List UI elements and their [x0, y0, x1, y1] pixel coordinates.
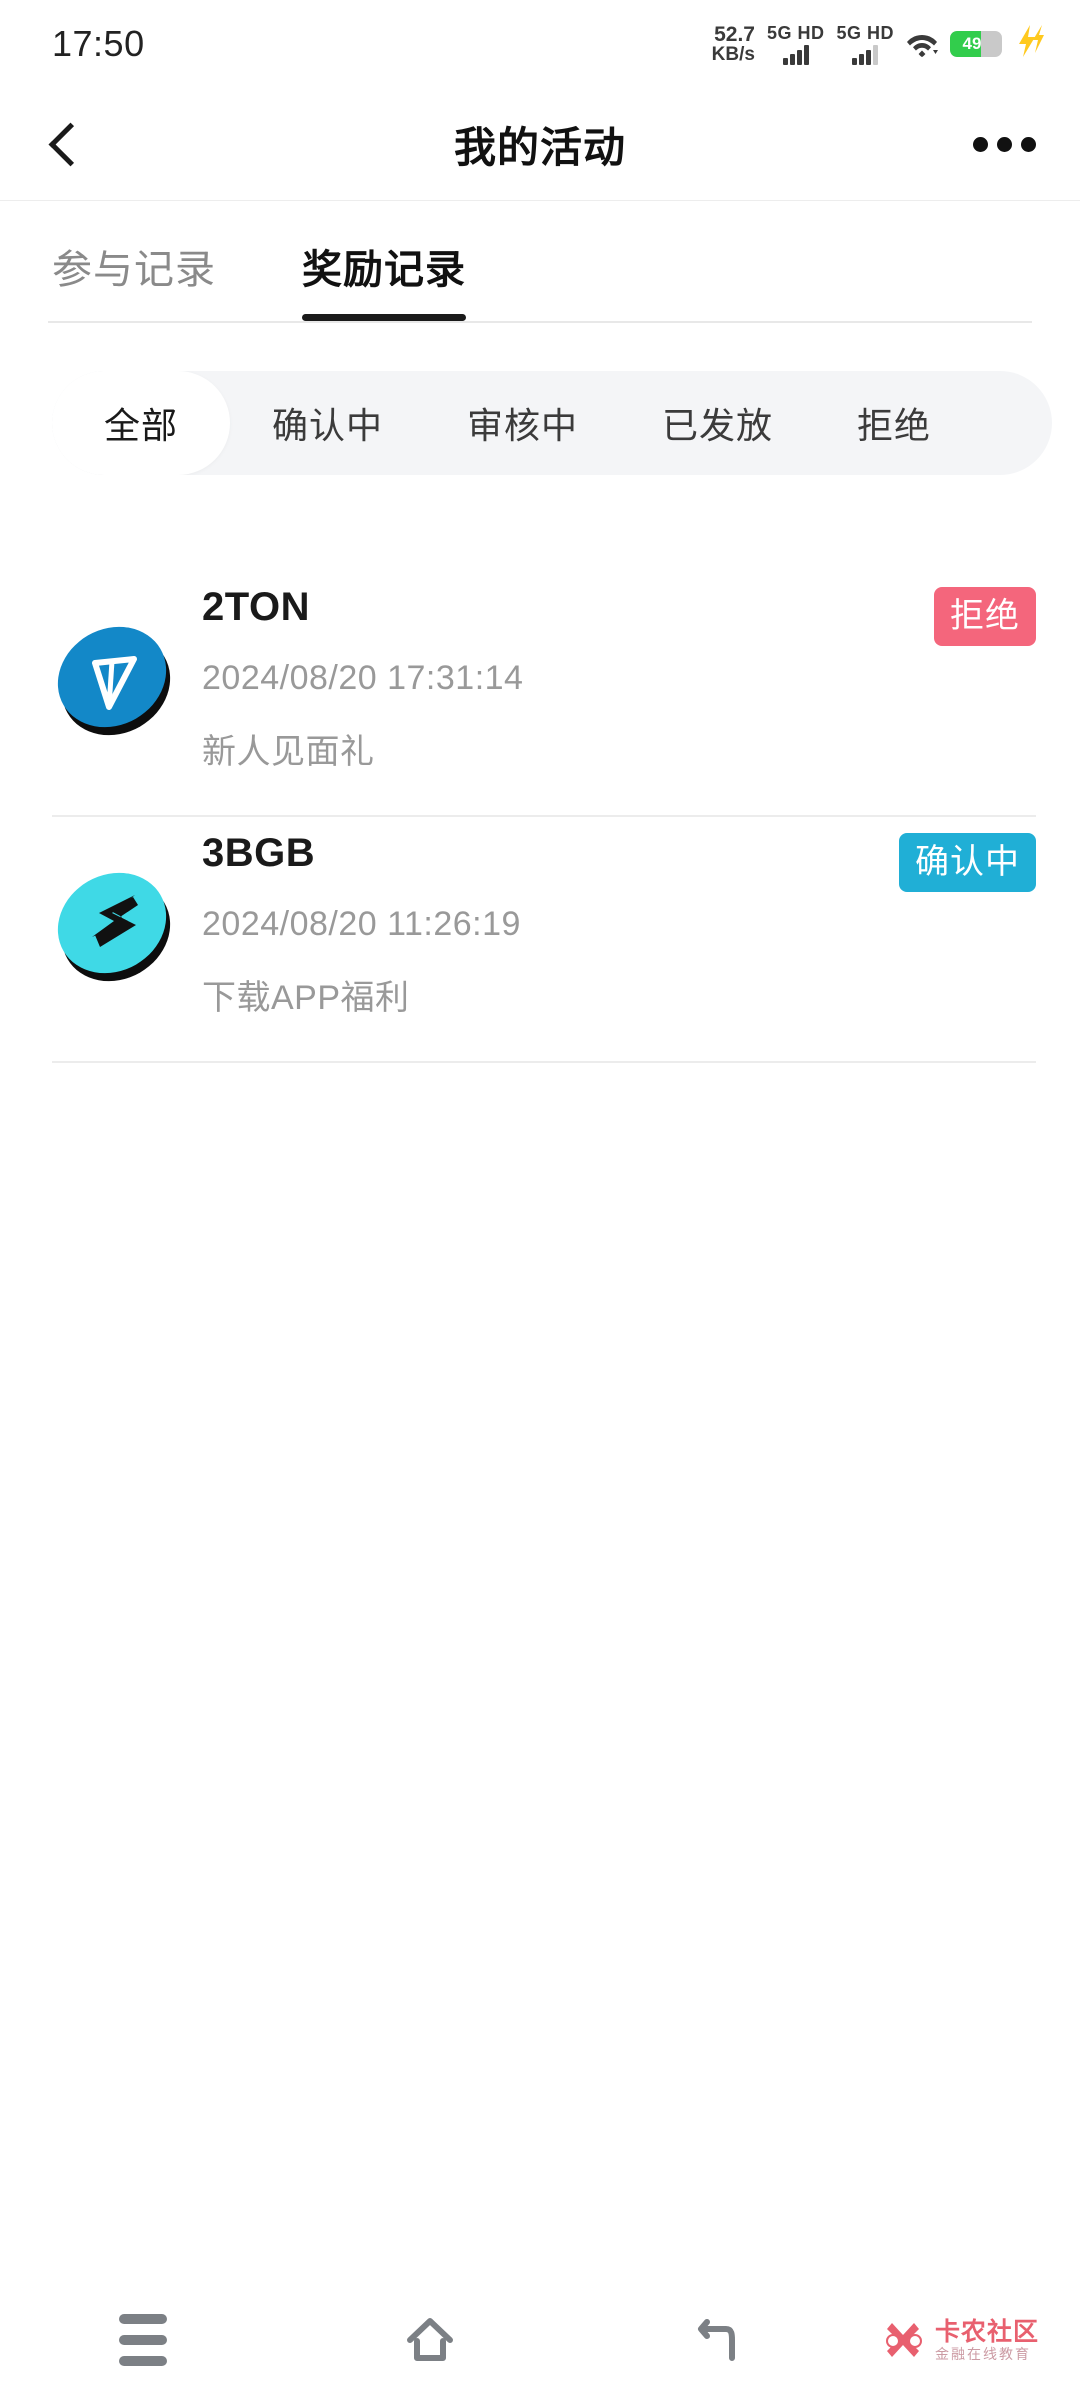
filter-chip-rejected[interactable]: 拒绝 — [815, 371, 973, 475]
more-horizontal-icon-dot — [972, 136, 988, 152]
network-speed-unit: KB/s — [711, 44, 755, 66]
chevron-left-icon — [48, 122, 92, 166]
network-speed-indicator: 52.7 KB/s — [711, 22, 755, 66]
reward-list-item[interactable]: 2TON 2024/08/20 17:31:14 新人见面礼 拒绝 — [0, 571, 1080, 779]
ton-coin-icon — [52, 615, 176, 739]
filter-bar-container: 全部 确认中 审核中 已发放 拒绝 — [0, 323, 1080, 475]
back-button[interactable] — [26, 104, 106, 184]
filter-bar[interactable]: 全部 确认中 审核中 已发放 拒绝 — [52, 371, 1052, 475]
sim2-signal: 5G HD — [836, 24, 894, 65]
filter-chip-reviewing[interactable]: 审核中 — [425, 371, 620, 475]
watermark-text: 卡农社区 金融在线教育 — [935, 2318, 1039, 2363]
kanong-logo-icon — [881, 2317, 927, 2363]
back-arrow-icon — [693, 2316, 741, 2364]
reward-item-content: 3BGB 2024/08/20 11:26:19 下载APP福利 — [176, 817, 899, 1019]
sim1-label: 5G HD — [766, 22, 825, 43]
status-badge: 拒绝 — [934, 587, 1036, 647]
reward-amount: 2TON — [202, 585, 310, 629]
reward-list-item[interactable]: 3BGB 2024/08/20 11:26:19 下载APP福利 确认中 — [0, 817, 1080, 1025]
battery-level: 49 — [962, 34, 982, 53]
reward-description: 新人见面礼 — [202, 733, 375, 771]
status-bar-icons: 52.7 KB/s 5G HD 5G HD 49 — [711, 22, 1044, 66]
filter-chip-issued[interactable]: 已发放 — [620, 371, 815, 475]
nav-home-button[interactable] — [287, 2314, 574, 2366]
tab-participation-records[interactable]: 参与记录 — [52, 237, 216, 321]
status-bar: 17:50 52.7 KB/s 5G HD 5G HD 49 — [0, 0, 1080, 88]
reward-datetime: 2024/08/20 17:31:14 — [202, 659, 524, 697]
bgb-coin-icon — [52, 861, 176, 985]
wifi-icon — [906, 31, 938, 57]
tab-reward-records[interactable]: 奖励记录 — [302, 237, 466, 321]
reward-description: 下载APP福利 — [202, 979, 410, 1017]
status-badge: 确认中 — [899, 833, 1036, 893]
home-icon — [404, 2314, 456, 2366]
reward-item-content: 2TON 2024/08/20 17:31:14 新人见面礼 — [176, 571, 934, 773]
system-navigation-bar: 卡农社区 金融在线教育 — [0, 2280, 1080, 2400]
reward-datetime: 2024/08/20 11:26:19 — [202, 905, 521, 943]
more-horizontal-icon-dot — [1020, 136, 1036, 152]
status-bar-clock: 17:50 — [52, 23, 145, 64]
tab-bar: 参与记录 奖励记录 — [0, 201, 1080, 321]
menu-icon — [119, 2314, 168, 2366]
more-options-button[interactable] — [964, 109, 1044, 179]
filter-chip-confirming[interactable]: 确认中 — [230, 371, 425, 475]
lightning-bolt-icon — [1016, 25, 1044, 63]
watermark-title: 卡农社区 — [935, 2317, 1040, 2346]
watermark-subtitle: 金融在线教育 — [935, 2346, 1031, 2363]
sim2-signal-bars-icon — [852, 44, 879, 65]
reward-list: 2TON 2024/08/20 17:31:14 新人见面礼 拒绝 3BGB 2… — [0, 571, 1080, 1063]
nav-back-button[interactable] — [573, 2316, 860, 2364]
app-header: 我的活动 — [0, 88, 1080, 201]
battery-indicator: 49 — [950, 31, 1002, 57]
page-title: 我的活动 — [453, 123, 626, 171]
sim2-label: 5G HD — [836, 22, 894, 43]
filter-chip-all[interactable]: 全部 — [52, 371, 230, 475]
more-horizontal-icon-dot — [996, 136, 1012, 152]
watermark: 卡农社区 金融在线教育 — [860, 2317, 1080, 2363]
list-divider — [52, 1061, 1036, 1063]
nav-recents-button[interactable] — [0, 2314, 287, 2366]
network-speed-value: 52.7 — [714, 22, 755, 46]
sim1-signal: 5G HD — [767, 24, 825, 65]
sim1-signal-bars-icon — [782, 44, 809, 65]
reward-amount: 3BGB — [202, 831, 316, 875]
